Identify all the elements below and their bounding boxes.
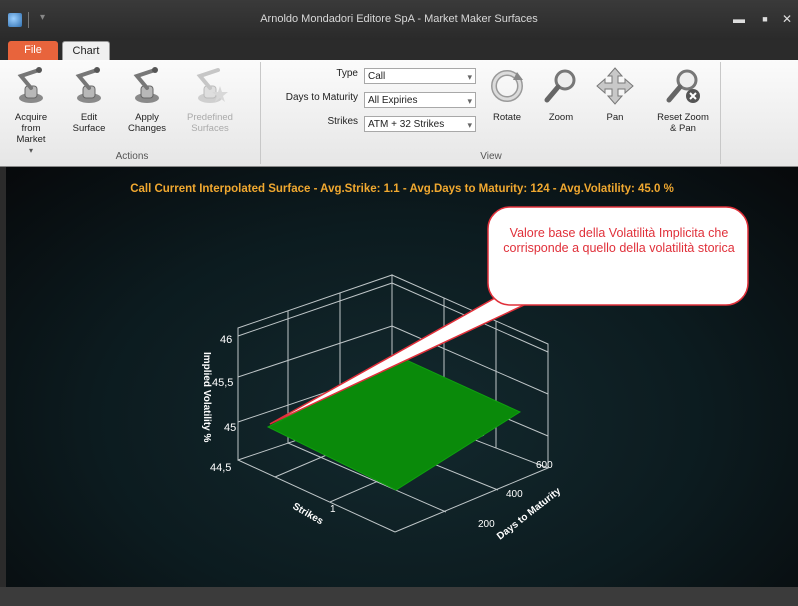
strikes-label: Strikes xyxy=(327,116,358,127)
view-group: Type Call ▾ Days to Maturity All Expirie… xyxy=(262,62,721,164)
chevron-down-icon: ▾ xyxy=(467,120,472,130)
apply-label: Apply Changes xyxy=(127,112,167,134)
pan-label: Pan xyxy=(606,112,624,123)
ribbon: Acquire from Market ▾ Edit Surface Apply… xyxy=(0,60,798,167)
predefined-surfaces-button[interactable]: Predefined Surfaces xyxy=(184,66,236,134)
days-select[interactable]: All Expiries ▾ xyxy=(364,92,476,108)
apply-changes-button[interactable]: Apply Changes xyxy=(124,66,170,134)
strikes-value: ATM + 32 Strikes xyxy=(368,119,445,130)
zoom-button[interactable]: Zoom xyxy=(538,66,584,123)
type-label: Type xyxy=(336,68,358,79)
days-label: Days to Maturity xyxy=(285,92,358,103)
reset-zoom-pan-button[interactable]: Reset Zoom & Pan xyxy=(654,66,712,134)
actions-group: Acquire from Market ▾ Edit Surface Apply… xyxy=(4,62,261,164)
edit-surface-button[interactable]: Edit Surface xyxy=(66,66,112,134)
magnifier-icon xyxy=(544,69,576,103)
strikes-select[interactable]: ATM + 32 Strikes ▾ xyxy=(364,116,476,132)
rotate-icon xyxy=(491,70,523,102)
edit-label: Edit Surface xyxy=(72,112,106,134)
rotate-button[interactable]: Rotate xyxy=(484,66,530,123)
chart-header: Call Current Interpolated Surface - Avg.… xyxy=(130,183,674,195)
actions-group-label: Actions xyxy=(115,151,149,162)
chevron-down-icon: ▾ xyxy=(467,96,472,106)
close-button[interactable]: ✕ xyxy=(776,10,798,28)
chevron-down-icon: ▾ xyxy=(467,72,472,82)
title-bar: ▾ Arnoldo Mondadori Editore SpA - Market… xyxy=(0,0,798,40)
tab-chart[interactable]: Chart xyxy=(62,41,110,61)
pan-button[interactable]: Pan xyxy=(592,66,638,123)
tab-file[interactable]: File xyxy=(8,41,58,60)
ribbon-tabs: File Chart xyxy=(0,40,798,61)
reset-label: Reset Zoom & Pan xyxy=(657,112,709,134)
type-select[interactable]: Call ▾ xyxy=(364,68,476,84)
minimize-button[interactable]: ▬ xyxy=(728,10,750,28)
window-title: Arnoldo Mondadori Editore SpA - Market M… xyxy=(260,13,538,25)
maximize-button[interactable]: ■ xyxy=(754,10,776,28)
acquire-from-market-button[interactable]: Acquire from Market ▾ xyxy=(8,66,54,156)
magnifier-reset-icon xyxy=(666,69,700,103)
status-bar xyxy=(0,587,798,606)
type-row: Type Call ▾ xyxy=(262,68,482,86)
predefined-label: Predefined Surfaces xyxy=(187,112,233,134)
move-arrows-icon xyxy=(596,67,634,105)
strikes-row: Strikes ATM + 32 Strikes ▾ xyxy=(262,116,482,134)
robot-arm-icon xyxy=(133,67,159,103)
robot-arm-icon xyxy=(17,67,43,103)
callout-text: Valore base della Volatilità Implicita c… xyxy=(503,226,735,255)
days-row: Days to Maturity All Expiries ▾ xyxy=(262,92,482,110)
rotate-label: Rotate xyxy=(493,112,521,123)
view-group-label: View xyxy=(480,151,502,162)
robot-arm-star-icon xyxy=(196,68,228,103)
days-value: All Expiries xyxy=(368,95,418,106)
type-value: Call xyxy=(368,71,386,82)
acquire-label: Acquire from Market xyxy=(14,112,48,145)
robot-arm-icon xyxy=(75,67,101,103)
zoom-label: Zoom xyxy=(548,112,574,123)
